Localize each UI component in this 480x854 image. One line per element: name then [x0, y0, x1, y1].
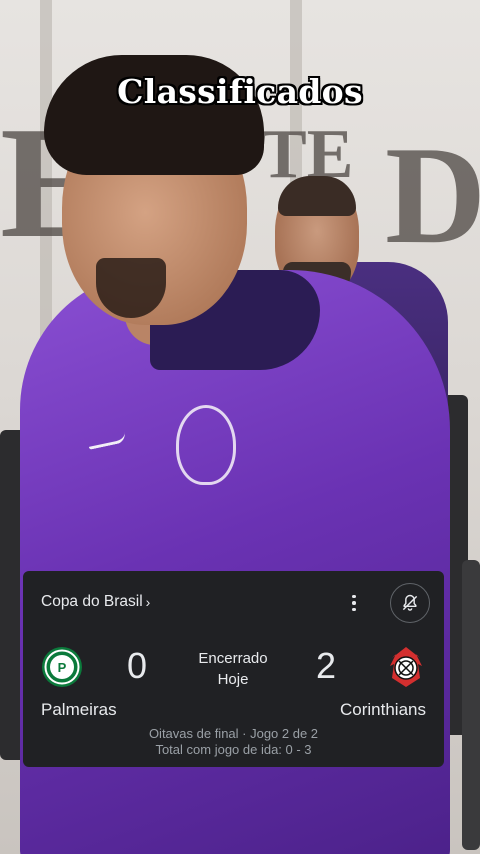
match-status-label: Encerrado — [198, 650, 268, 667]
match-status: Encerrado Hoje — [183, 648, 283, 690]
bell-off-icon — [402, 594, 418, 611]
competition-link[interactable]: Copa do Brasil › — [41, 593, 150, 611]
match-date: Hoje — [217, 671, 249, 688]
more-vert-icon-dot — [352, 607, 356, 612]
away-team-name[interactable]: Corinthians — [340, 700, 426, 720]
home-score: 0 — [127, 645, 148, 686]
jersey-crest-icon — [176, 405, 236, 485]
corinthians-crest-icon[interactable] — [386, 644, 426, 690]
chevron-right-icon: › — [145, 594, 151, 610]
palmeiras-crest-icon[interactable]: P — [41, 646, 83, 688]
gym-equipment — [462, 560, 480, 850]
follow-notifications-button[interactable] — [390, 583, 430, 623]
video-caption: Classificados — [117, 72, 363, 111]
more-vert-icon-dot — [352, 601, 356, 605]
more-options-button[interactable] — [345, 593, 363, 613]
svg-text:P: P — [58, 660, 67, 675]
aggregate-info: Total com jogo de ida: 0 - 3 — [155, 742, 312, 757]
home-team-name[interactable]: Palmeiras — [41, 700, 117, 720]
away-score: 2 — [316, 645, 337, 686]
match-details: Oitavas de final · Jogo 2 de 2 Total com… — [23, 726, 444, 758]
more-vert-icon — [352, 594, 356, 599]
wall-lettering: D — [385, 118, 480, 273]
competition-name: Copa do Brasil — [41, 593, 143, 610]
match-score-card[interactable]: Copa do Brasil › P 0 Encerrado Hoje 2 Pa… — [23, 571, 444, 767]
round-info: Oitavas de final · Jogo 2 de 2 — [148, 726, 319, 741]
